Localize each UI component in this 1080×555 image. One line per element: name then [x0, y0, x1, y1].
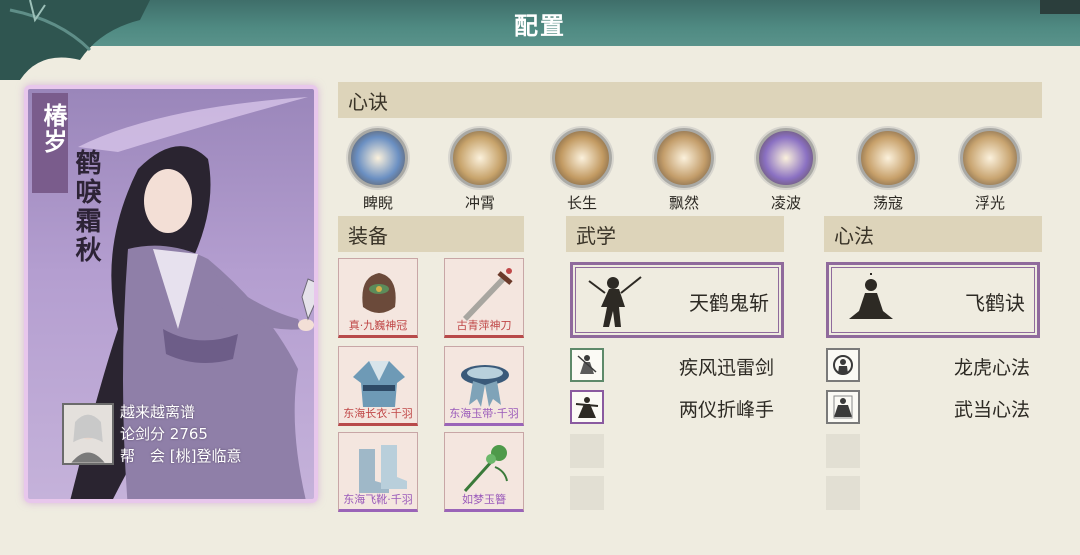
heart-skill-label: 荡寇	[872, 194, 903, 212]
equip-name: 东海长衣·千羽	[343, 407, 413, 420]
heart-skill-slot[interactable]: 浮光	[958, 128, 1022, 213]
server-tag: 椿岁	[32, 93, 68, 193]
mind-sub-name: 武当心法	[953, 399, 1030, 421]
martial-sub-name: 两仪折峰手	[678, 399, 774, 421]
heart-skill-slot[interactable]: 长生	[550, 128, 614, 213]
sword-icon	[463, 268, 513, 321]
swordsman-icon	[588, 276, 642, 327]
server-name: 椿岁	[39, 103, 67, 155]
hairpin-icon	[463, 445, 508, 493]
avatar-portrait-icon	[71, 414, 105, 463]
heart-skill-label: 睥睨	[362, 194, 393, 212]
mind-sub-name: 龙虎心法	[953, 357, 1030, 379]
section-title: 装备	[348, 224, 388, 248]
equip-name: 东海飞靴·千羽	[343, 493, 413, 506]
heart-skill-slot[interactable]: 冲霄	[448, 128, 512, 213]
heart-skill-label: 长生	[566, 194, 597, 212]
section-title: 心法	[834, 224, 874, 248]
golden-light-icon	[960, 128, 1020, 188]
equip-name: 真·九巍神冠	[348, 319, 408, 332]
equip-slot-robe[interactable]: 东海长衣·千羽	[338, 346, 418, 426]
player-title: 越来越离谱	[120, 403, 196, 421]
mind-sub-2[interactable]: 武当心法	[826, 390, 1040, 424]
robe-icon	[353, 361, 405, 407]
character-name: 鹤唳霜秋	[71, 149, 101, 265]
blue-dragon-icon	[348, 128, 408, 188]
avatar[interactable]	[62, 403, 114, 465]
guild-label: 帮 会	[120, 447, 166, 465]
heart-skill-label: 凌波	[770, 194, 801, 212]
golden-swirl-icon	[450, 128, 510, 188]
martial-sub-2[interactable]: 两仪折峰手	[570, 390, 784, 424]
wudang-icon	[826, 390, 860, 424]
equip-name: 如梦玉簪	[462, 493, 506, 506]
mind-main-slot[interactable]: 飞鹤诀	[826, 262, 1040, 338]
heart-skill-slot[interactable]: 凌波	[754, 128, 818, 213]
heart-skill-slot[interactable]: 睥睨	[346, 128, 410, 213]
character-card: 椿岁 鹤唳霜秋 越来越离谱 论剑分 2765 帮 会 [桃]登临意	[24, 85, 318, 503]
headpiece-icon	[362, 273, 396, 313]
score-row: 论剑分 2765	[120, 423, 242, 445]
section-equipment: 装备	[338, 216, 524, 252]
section-title: 心诀	[348, 90, 388, 114]
heart-skill-label: 浮光	[974, 194, 1005, 212]
martial-main-name: 天鹤鬼斩	[689, 291, 769, 315]
equip-slot-hairpin[interactable]: 如梦玉簪	[444, 432, 524, 512]
golden-sun-icon	[858, 128, 918, 188]
heart-skill-label: 冲霄	[464, 194, 495, 212]
section-mind: 心法	[824, 216, 1042, 252]
guild-name: [桃]登临意	[169, 447, 242, 465]
equip-slot-belt[interactable]: 东海玉带·千羽	[444, 346, 524, 426]
equip-name: 东海玉带·千羽	[449, 407, 519, 420]
empty-slot[interactable]	[570, 434, 604, 468]
score-label: 论剑分	[120, 425, 166, 443]
section-title: 武学	[576, 224, 616, 248]
equip-slot-head[interactable]: 真·九巍神冠	[338, 258, 418, 338]
player-info: 越来越离谱 论剑分 2765 帮 会 [桃]登临意	[120, 401, 242, 467]
heart-skill-slot[interactable]: 荡寇	[856, 128, 920, 213]
equip-slot-weapon[interactable]: 古青萍神刀	[444, 258, 524, 338]
empty-slot[interactable]	[570, 476, 604, 510]
palm-stance-icon	[570, 390, 604, 424]
empty-slot[interactable]	[826, 434, 860, 468]
belt-icon	[461, 365, 509, 407]
section-martial: 武学	[566, 216, 784, 252]
sword-stance-icon	[570, 348, 604, 382]
score-value: 2765	[169, 425, 208, 443]
equip-name: 古青萍神刀	[456, 319, 512, 332]
empty-slot[interactable]	[826, 476, 860, 510]
boots-icon	[359, 445, 407, 493]
section-heart-skills: 心诀	[338, 82, 1042, 118]
martial-sub-1[interactable]: 疾风迅雷剑	[570, 348, 784, 382]
purple-wave-icon	[756, 128, 816, 188]
guild-row: 帮 会 [桃]登临意	[120, 445, 242, 467]
header-bar: 配置	[0, 0, 1080, 80]
page-title: 配置	[514, 12, 566, 40]
mind-sub-1[interactable]: 龙虎心法	[826, 348, 1040, 382]
meditation-icon	[849, 273, 893, 319]
equip-slot-boots[interactable]: 东海飞靴·千羽	[338, 432, 418, 512]
heart-skill-slot[interactable]: 飘然	[652, 128, 716, 213]
golden-lotus-icon	[552, 128, 612, 188]
martial-main-slot[interactable]: 天鹤鬼斩	[570, 262, 784, 338]
martial-sub-name: 疾风迅雷剑	[678, 357, 774, 379]
heart-skill-label: 飘然	[668, 194, 699, 212]
dragon-tiger-icon	[826, 348, 860, 382]
golden-feather-icon	[654, 128, 714, 188]
mind-main-name: 飞鹤诀	[965, 291, 1025, 315]
